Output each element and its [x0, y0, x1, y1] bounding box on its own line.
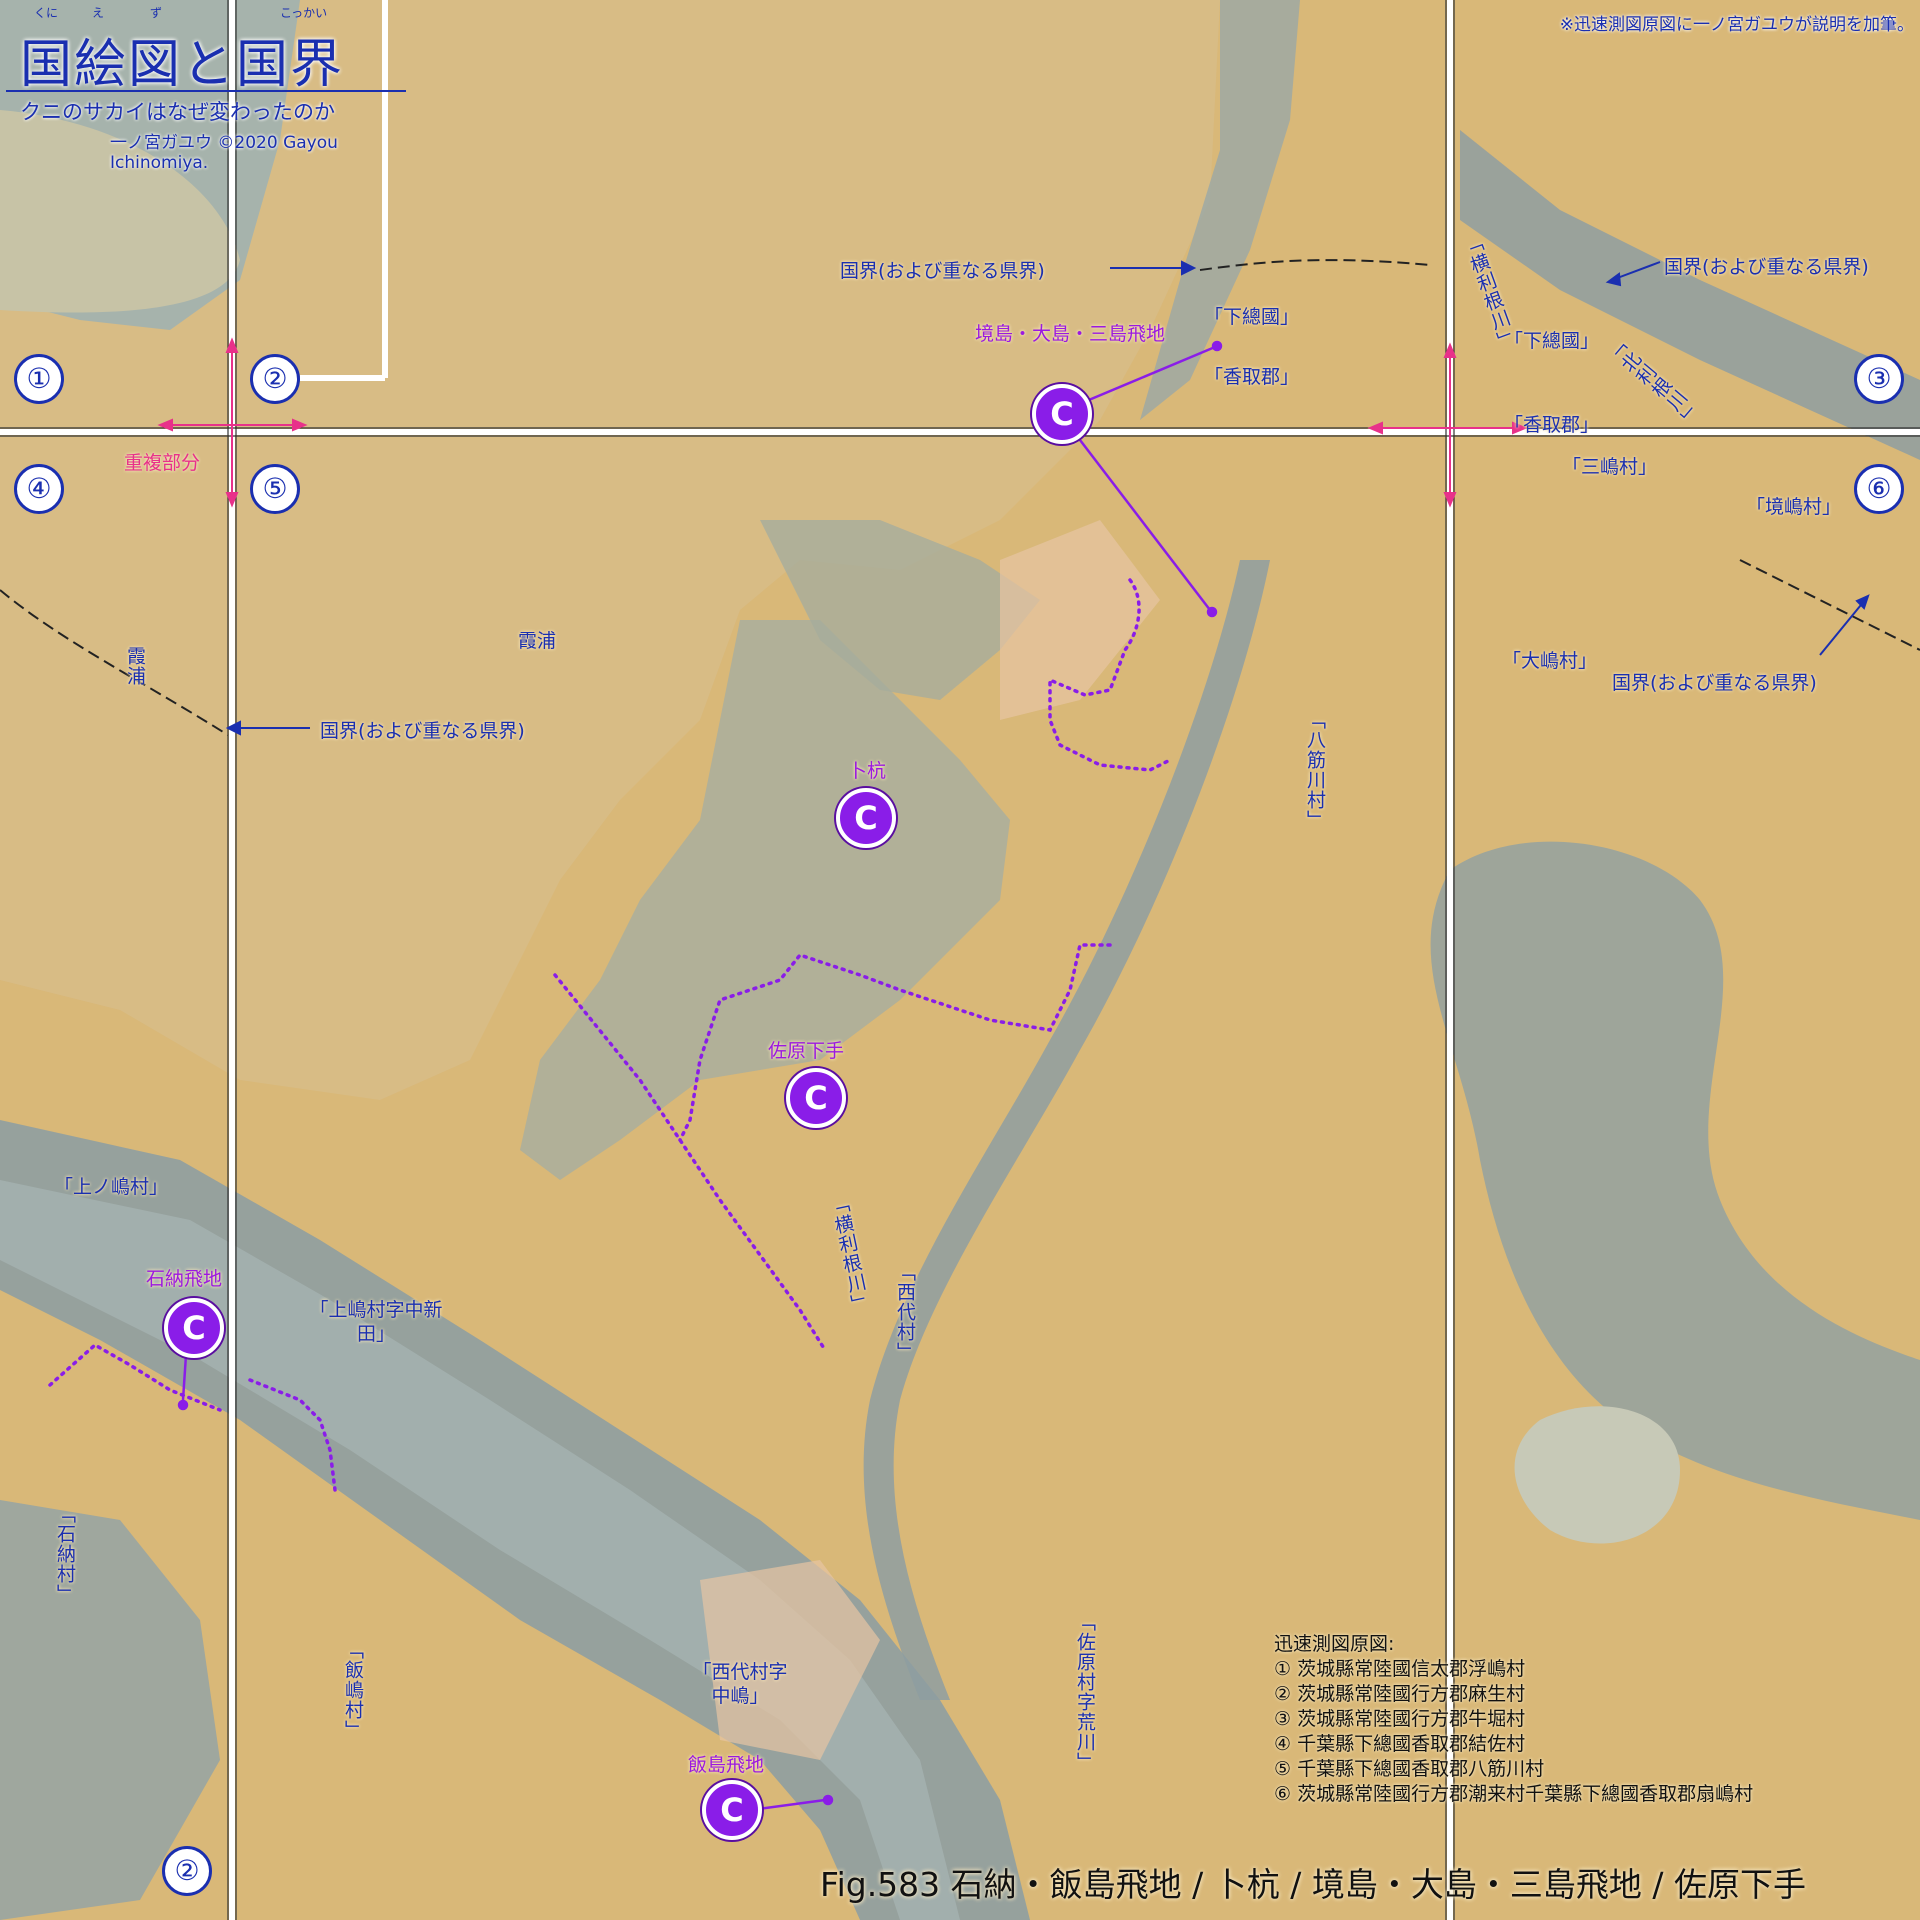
- border-label-right-top: 国界(および重なる県界): [1664, 256, 1869, 278]
- enclave-label-iijima: 飯島飛地: [688, 1754, 765, 1776]
- label-kasumigaura-2: 霞浦: [518, 630, 557, 652]
- enclave-marker-iijima: C: [702, 1780, 762, 1840]
- legend-item: ④ 千葉縣下總國香取郡結佐村: [1274, 1733, 1526, 1755]
- label-nishidai-nakajima: 「西代村字中嶋」: [692, 1661, 788, 1707]
- author-credit: 一ノ宮ガユウ ©2020 Gayou Ichinomiya.: [110, 133, 338, 173]
- sheet-number-2: ②: [250, 354, 300, 404]
- source-legend: 迅速測図原図: ① 茨城縣常陸國信太郡浮嶋村 ② 茨城縣常陸國行方郡麻生村 ③ …: [1274, 1632, 1753, 1807]
- legend-item: ⑤ 千葉縣下總國香取郡八筋川村: [1274, 1758, 1545, 1780]
- enclave-marker-ishino: C: [164, 1298, 224, 1358]
- label-sakaijima: 「境嶋村」: [1746, 496, 1842, 518]
- enclave-label-sakaijima-oshima-mishima: 境島・大島・三島飛地: [974, 323, 1165, 345]
- label-katori-2: 「香取郡」: [1504, 414, 1600, 436]
- label-sawara-arakawa: 「佐原村字荒川」: [1074, 1612, 1096, 1772]
- legend-item: ① 茨城縣常陸國信太郡浮嶋村: [1274, 1658, 1526, 1680]
- sheet-number-4: ④: [14, 464, 64, 514]
- ruby-kuni: くに: [34, 6, 59, 20]
- sheet-number-5: ⑤: [250, 464, 300, 514]
- label-mishima: 「三嶋村」: [1562, 456, 1658, 478]
- page-subtitle: クニのサカイはなぜ変わったのか: [20, 100, 335, 124]
- source-note: ※迅速測図原図に一ノ宮ガユウが説明を加筆。: [1559, 15, 1914, 35]
- label-kamishima-nakashinden: 「上嶋村字中新田」: [309, 1299, 443, 1345]
- enclave-marker-sakaijima-oshima-mishima: C: [1032, 384, 1092, 444]
- border-label-right-bottom: 国界(および重なる県界): [1612, 672, 1817, 694]
- label-iijima: 「飯嶋村」: [342, 1640, 364, 1740]
- label-kasumigaura-1: 霞浦: [124, 646, 146, 686]
- label-ishinomura: 「石納村」: [54, 1504, 76, 1604]
- sheet-number-6: ⑥: [1854, 464, 1904, 514]
- enclave-label-ishino: 石納飛地: [146, 1268, 223, 1290]
- ruby-zu: ず: [150, 6, 163, 20]
- label-nishidai: 「西代村」: [894, 1262, 916, 1362]
- enclave-label-bokui: 卜杭: [848, 760, 887, 782]
- ruby-kokkai: こっかい: [280, 6, 328, 20]
- sheet-number-3: ③: [1854, 354, 1904, 404]
- legend-item: ⑥ 茨城縣常陸國行方郡潮来村千葉縣下總國香取郡扇嶋村: [1274, 1783, 1754, 1805]
- legend-item: ② 茨城縣常陸國行方郡麻生村: [1274, 1683, 1526, 1705]
- label-yasujikawa: 「八筋川村」: [1304, 710, 1326, 830]
- sheet-number-2-bottom: ②: [162, 1846, 212, 1896]
- label-katori-1: 「香取郡」: [1204, 366, 1300, 388]
- enclave-label-sawara-shimote: 佐原下手: [768, 1040, 845, 1062]
- title-block: くに え ず こっかい 国絵図と国界 クニのサカイはなぜ変わったのか 一ノ宮ガユ…: [0, 0, 410, 173]
- sheet-number-1: ①: [14, 354, 64, 404]
- legend-heading: 迅速測図原図:: [1274, 1633, 1395, 1655]
- figure-caption: Fig.583 石納・飯島飛地 / 卜杭 / 境島・大島・三島飛地 / 佐原下手: [820, 1865, 1806, 1904]
- label-kaminoshima: 「上ノ嶋村」: [54, 1176, 169, 1198]
- enclave-marker-sawara-shimote: C: [786, 1068, 846, 1128]
- label-shimousa-1: 「下總國」: [1204, 306, 1300, 328]
- label-oshima: 「大嶋村」: [1502, 650, 1598, 672]
- border-label-top: 国界(および重なる県界): [840, 260, 1045, 282]
- overlap-label: 重複部分: [124, 452, 201, 474]
- page-title: 国絵図と国界: [20, 35, 345, 95]
- border-label-left: 国界(および重なる県界): [320, 720, 525, 742]
- enclave-marker-bokui: C: [836, 788, 896, 848]
- ruby-e: え: [92, 6, 105, 20]
- legend-item: ③ 茨城縣常陸國行方郡牛堀村: [1274, 1708, 1526, 1730]
